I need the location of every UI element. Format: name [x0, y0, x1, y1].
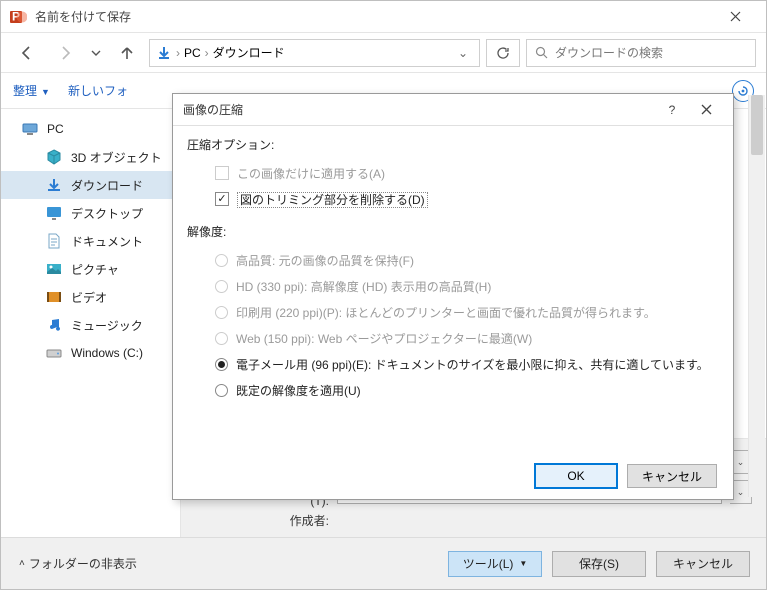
nav-bar: › PC › ダウンロード ⌄ ダウンロードの検索 [1, 33, 766, 73]
sidebar-item-pictures[interactable]: ピクチャ [1, 255, 180, 283]
chevron-up-icon: ˄ [19, 558, 25, 569]
dialog-close-button[interactable] [689, 96, 723, 124]
sidebar-item-desktop[interactable]: デスクトップ [1, 199, 180, 227]
nav-history-button[interactable] [87, 39, 105, 67]
window-title: 名前を付けて保存 [35, 8, 712, 25]
dialog-footer: OK キャンセル [173, 453, 733, 499]
sidebar-item-music[interactable]: ミュージック [1, 311, 180, 339]
new-folder-button[interactable]: 新しいフォ [68, 82, 128, 99]
res-email-label[interactable]: 電子メール用 (96 ppi)(E): ドキュメントのサイズを最小限に抑え、共有… [236, 356, 709, 374]
dialog-cancel-button[interactable]: キャンセル [627, 464, 717, 488]
res-hd-radio [215, 280, 228, 293]
download-icon [45, 176, 63, 194]
tools-menu-button[interactable]: ツール(L)▼ [448, 551, 542, 577]
hide-folders-toggle[interactable]: ˄ フォルダーの非表示 [19, 555, 137, 572]
res-default-radio[interactable] [215, 384, 228, 397]
dialog-ok-button[interactable]: OK [535, 464, 617, 488]
video-icon [45, 288, 63, 306]
window-close-button[interactable] [712, 2, 758, 32]
res-web-radio [215, 332, 228, 345]
apply-only-checkbox [215, 166, 229, 180]
apply-only-label: この画像だけに適用する(A) [237, 165, 385, 183]
res-web-label: Web (150 ppi): Web ページやプロジェクターに最適(W) [236, 330, 532, 348]
resolution-heading: 解像度: [187, 223, 717, 240]
res-default-label[interactable]: 既定の解像度を適用(U) [236, 382, 361, 400]
picture-icon [45, 260, 63, 278]
document-icon [45, 232, 63, 250]
chevron-right-icon: › [205, 46, 209, 60]
sidebar-item-windows-c[interactable]: Windows (C:) [1, 339, 180, 367]
crumb-downloads[interactable]: ダウンロード [213, 44, 285, 61]
res-high-label: 高品質: 元の画像の品質を保持(F) [236, 252, 414, 270]
downloads-location-icon [156, 45, 172, 61]
dialog-title: 画像の圧縮 [183, 101, 655, 118]
dialog-titlebar: 画像の圧縮 ? [173, 94, 733, 126]
nav-forward-button[interactable] [49, 39, 81, 67]
breadcrumb-dropdown-icon[interactable]: ⌄ [453, 46, 473, 60]
footer: ˄ フォルダーの非表示 ツール(L)▼ 保存(S) キャンセル [1, 537, 766, 589]
sidebar-item-videos[interactable]: ビデオ [1, 283, 180, 311]
delete-cropped-checkbox[interactable] [215, 192, 229, 206]
nav-back-button[interactable] [11, 39, 43, 67]
refresh-button[interactable] [486, 39, 520, 67]
res-hd-label: HD (330 ppi): 高解像度 (HD) 表示用の高品質(H) [236, 278, 491, 296]
vertical-scrollbar[interactable] [748, 95, 765, 497]
search-icon [535, 46, 549, 60]
res-high-radio [215, 254, 228, 267]
nav-up-button[interactable] [111, 39, 143, 67]
sidebar-item-pc[interactable]: PC [1, 115, 180, 143]
dialog-body: 圧縮オプション: この画像だけに適用する(A) 図のトリミング部分を削除する(D… [173, 126, 733, 453]
app-powerpoint-icon: P [9, 8, 27, 26]
crumb-pc[interactable]: PC [184, 46, 201, 60]
sidebar-item-downloads[interactable]: ダウンロード [1, 171, 180, 199]
breadcrumb[interactable]: › PC › ダウンロード ⌄ [149, 39, 480, 67]
res-print-radio [215, 306, 228, 319]
compress-options-heading: 圧縮オプション: [187, 136, 717, 153]
delete-cropped-label[interactable]: 図のトリミング部分を削除する(D) [237, 191, 428, 209]
search-input[interactable]: ダウンロードの検索 [526, 39, 756, 67]
pc-icon [21, 120, 39, 138]
save-button[interactable]: 保存(S) [552, 551, 646, 577]
compress-pictures-dialog: 画像の圧縮 ? 圧縮オプション: この画像だけに適用する(A) 図のトリミング部… [172, 93, 734, 500]
titlebar: P 名前を付けて保存 [1, 1, 766, 33]
search-placeholder: ダウンロードの検索 [555, 44, 663, 61]
desktop-icon [45, 204, 63, 222]
res-email-radio[interactable] [215, 358, 228, 371]
author-label: 作成者: [239, 512, 329, 529]
dialog-help-button[interactable]: ? [655, 96, 689, 124]
sidebar-item-documents[interactable]: ドキュメント [1, 227, 180, 255]
cube-icon [45, 148, 63, 166]
chevron-right-icon: › [176, 46, 180, 60]
cancel-button[interactable]: キャンセル [656, 551, 750, 577]
sidebar: PC 3D オブジェクト ダウンロード デスクトップ ドキュメント ピクチャ [1, 109, 181, 537]
res-print-label: 印刷用 (220 ppi)(P): ほとんどのプリンターと画面で優れた品質が得ら… [236, 304, 656, 322]
music-icon [45, 316, 63, 334]
sidebar-item-3dobjects[interactable]: 3D オブジェクト [1, 143, 180, 171]
organize-menu[interactable]: 整理▼ [13, 82, 50, 99]
drive-icon [45, 344, 63, 362]
